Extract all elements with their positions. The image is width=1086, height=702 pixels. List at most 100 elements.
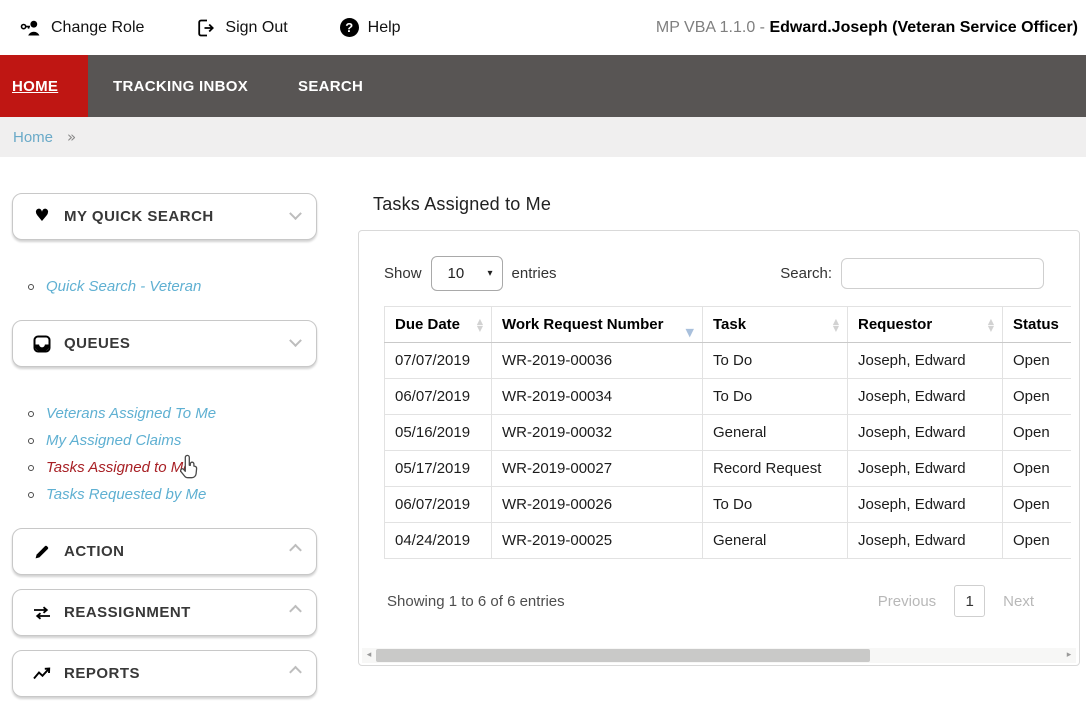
panel-action[interactable]: ACTION bbox=[12, 528, 317, 575]
app-version: MP VBA 1.1.0 - bbox=[656, 19, 770, 36]
sign-out-label: Sign Out bbox=[225, 19, 287, 37]
task-cell: To Do bbox=[703, 379, 848, 415]
change-role-label: Change Role bbox=[51, 19, 144, 37]
requestor-cell: Joseph, Edward bbox=[848, 343, 1003, 379]
previous-page-button[interactable]: Previous bbox=[878, 593, 936, 610]
panel-title: REPORTS bbox=[64, 665, 140, 682]
page-title: Tasks Assigned to Me bbox=[373, 193, 1080, 215]
task-cell: To Do bbox=[703, 343, 848, 379]
pagination: Previous 1 Next bbox=[878, 585, 1034, 617]
column-header-requestor[interactable]: Requestor bbox=[848, 307, 1003, 343]
pencil-icon bbox=[31, 543, 53, 561]
breadcrumb-separator: » bbox=[67, 128, 76, 146]
heart-icon: ♥ bbox=[31, 208, 53, 225]
work-request-number-cell: WR-2019-00027 bbox=[492, 451, 703, 487]
tab-tracking-inbox[interactable]: TRACKING INBOX bbox=[113, 55, 248, 117]
work-request-number-cell: WR-2019-00026 bbox=[492, 487, 703, 523]
scroll-left-arrow-icon[interactable]: ◂ bbox=[362, 648, 376, 663]
panel-title: MY QUICK SEARCH bbox=[64, 208, 214, 225]
panel-reports[interactable]: REPORTS bbox=[12, 650, 317, 697]
horizontal-scrollbar: ◂ ▸ bbox=[362, 648, 1076, 663]
table-header-row: Due Date Work Request Number Task bbox=[385, 307, 1072, 343]
queue-icon bbox=[31, 335, 53, 353]
list-item: Quick Search - Veteran bbox=[12, 273, 317, 300]
sidebar-link-tasks-requested-by-me[interactable]: Tasks Requested by Me bbox=[46, 486, 206, 503]
main-content: Tasks Assigned to Me Show 10 ▾ entries S… bbox=[358, 157, 1080, 666]
panel-reassignment[interactable]: REASSIGNMENT bbox=[12, 589, 317, 636]
status-cell: Open bbox=[1003, 451, 1072, 487]
status-cell: Open bbox=[1003, 415, 1072, 451]
task-cell: General bbox=[703, 415, 848, 451]
task-cell: Record Request bbox=[703, 451, 848, 487]
bullet-icon bbox=[28, 438, 34, 444]
table-scroll-area: Due Date Work Request Number Task bbox=[384, 306, 1071, 559]
search-input[interactable] bbox=[841, 258, 1044, 289]
work-request-number-cell: WR-2019-00034 bbox=[492, 379, 703, 415]
sidebar-link-tasks-assigned-to-me[interactable]: Tasks Assigned to Me bbox=[46, 459, 192, 476]
status-cell: Open bbox=[1003, 379, 1072, 415]
work-request-number-cell: WR-2019-00032 bbox=[492, 415, 703, 451]
main-nav: HOME TRACKING INBOX SEARCH bbox=[0, 55, 1086, 117]
sort-desc-icon bbox=[686, 326, 694, 339]
sidebar-link-veterans-assigned-to-me[interactable]: Veterans Assigned To Me bbox=[46, 405, 216, 422]
requestor-cell: Joseph, Edward bbox=[848, 523, 1003, 559]
entries-summary: Showing 1 to 6 of 6 entries bbox=[387, 593, 565, 610]
column-header-due-date[interactable]: Due Date bbox=[385, 307, 492, 343]
bullet-icon bbox=[28, 492, 34, 498]
column-header-status[interactable]: Status bbox=[1003, 307, 1072, 343]
table-row: 06/07/2019 WR-2019-00034 To Do Joseph, E… bbox=[385, 379, 1072, 415]
table-controls: Show 10 ▾ entries Search: bbox=[384, 256, 1044, 291]
sidebar-link-quick-search-veteran[interactable]: Quick Search - Veteran bbox=[46, 278, 201, 295]
column-header-work-request-number[interactable]: Work Request Number bbox=[492, 307, 703, 343]
app-title: MP VBA 1.1.0 - Edward.Joseph (Veteran Se… bbox=[656, 19, 1078, 37]
panel-my-quick-search[interactable]: ♥ MY QUICK SEARCH bbox=[12, 193, 317, 240]
page-size-select[interactable]: 10 ▾ bbox=[431, 256, 503, 291]
change-role-button[interactable]: Change Role bbox=[20, 18, 144, 38]
sign-out-button[interactable]: Sign Out bbox=[196, 18, 287, 38]
due-date-cell: 04/24/2019 bbox=[385, 523, 492, 559]
list-item: Veterans Assigned To Me bbox=[12, 400, 317, 427]
tasks-card: Show 10 ▾ entries Search: bbox=[358, 230, 1080, 666]
table-footer: Showing 1 to 6 of 6 entries Previous 1 N… bbox=[387, 585, 1034, 617]
panel-title: QUEUES bbox=[64, 335, 130, 352]
next-page-button[interactable]: Next bbox=[1003, 593, 1034, 610]
sidebar: ♥ MY QUICK SEARCH Quick Search - Veteran… bbox=[12, 157, 317, 697]
requestor-cell: Joseph, Edward bbox=[848, 379, 1003, 415]
current-page-button[interactable]: 1 bbox=[954, 585, 985, 617]
table-row: 05/16/2019 WR-2019-00032 General Joseph,… bbox=[385, 415, 1072, 451]
scrollbar-track[interactable] bbox=[376, 648, 1062, 663]
chevron-up-icon bbox=[289, 666, 302, 679]
chevron-down-icon bbox=[289, 207, 302, 220]
column-header-task[interactable]: Task bbox=[703, 307, 848, 343]
sign-out-icon bbox=[196, 18, 216, 38]
search-label: Search: bbox=[780, 265, 832, 282]
logged-in-user: Edward.Joseph (Veteran Service Officer) bbox=[769, 19, 1078, 36]
swap-arrows-icon bbox=[31, 605, 53, 621]
due-date-cell: 06/07/2019 bbox=[385, 379, 492, 415]
tab-search[interactable]: SEARCH bbox=[298, 55, 363, 117]
sidebar-link-my-assigned-claims[interactable]: My Assigned Claims bbox=[46, 432, 181, 449]
breadcrumb: Home » bbox=[0, 117, 1086, 157]
list-item: My Assigned Claims bbox=[12, 427, 317, 454]
panel-queues[interactable]: QUEUES bbox=[12, 320, 317, 367]
due-date-cell: 06/07/2019 bbox=[385, 487, 492, 523]
requestor-cell: Joseph, Edward bbox=[848, 487, 1003, 523]
topbar: Change Role Sign Out ? Help MP VBA 1.1.0… bbox=[0, 0, 1086, 55]
bullet-icon bbox=[28, 284, 34, 290]
tasks-table: Due Date Work Request Number Task bbox=[384, 306, 1071, 559]
requestor-cell: Joseph, Edward bbox=[848, 415, 1003, 451]
work-request-number-cell: WR-2019-00025 bbox=[492, 523, 703, 559]
scrollbar-thumb[interactable] bbox=[376, 649, 870, 662]
breadcrumb-home-link[interactable]: Home bbox=[13, 129, 53, 146]
tab-home[interactable]: HOME bbox=[0, 55, 88, 117]
due-date-cell: 07/07/2019 bbox=[385, 343, 492, 379]
entries-label: entries bbox=[512, 265, 557, 282]
table-row: 06/07/2019 WR-2019-00026 To Do Joseph, E… bbox=[385, 487, 1072, 523]
trend-up-icon bbox=[31, 666, 53, 682]
help-button[interactable]: ? Help bbox=[340, 18, 401, 37]
due-date-cell: 05/16/2019 bbox=[385, 415, 492, 451]
chevron-down-icon bbox=[289, 334, 302, 347]
list-item: Tasks Requested by Me bbox=[12, 481, 317, 508]
scroll-right-arrow-icon[interactable]: ▸ bbox=[1062, 648, 1076, 663]
bullet-icon bbox=[28, 465, 34, 471]
